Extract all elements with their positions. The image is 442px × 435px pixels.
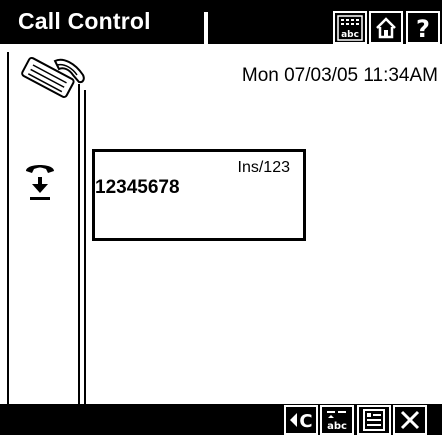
svg-text:?: ?	[416, 15, 430, 41]
dialed-number: 12345678	[95, 177, 180, 198]
close-button[interactable]	[393, 405, 427, 435]
phone-handset-icon	[15, 55, 90, 101]
close-icon	[398, 408, 422, 432]
input-mode-indicator: Ins/123	[237, 159, 290, 176]
svg-text:abc: abc	[327, 421, 347, 432]
handset-cord-line	[84, 90, 86, 404]
keyboard-abc-icon: abc	[337, 14, 363, 41]
status-strip-border	[7, 52, 9, 404]
help-button[interactable]: ?	[406, 11, 440, 44]
title-separator	[204, 12, 208, 44]
backspace-clear-icon: C	[287, 408, 315, 432]
keyboard-button[interactable]: abc	[333, 11, 367, 44]
softkey-bar: C abc	[0, 404, 442, 435]
home-button[interactable]	[369, 11, 403, 44]
svg-text:abc: abc	[341, 30, 359, 40]
text-mode-button[interactable]: abc	[320, 405, 354, 435]
hold-call-icon	[22, 157, 58, 203]
menu-button[interactable]	[357, 405, 391, 435]
home-icon	[374, 16, 398, 40]
text-mode-abc-icon: abc	[324, 408, 350, 432]
svg-text:C: C	[299, 411, 312, 432]
clear-button[interactable]: C	[284, 405, 318, 435]
handset-cord-line	[78, 84, 80, 404]
help-icon: ?	[412, 15, 434, 41]
number-entry-box[interactable]: Ins/123 12345678	[92, 149, 306, 241]
date-time-display: Mon 07/03/05 11:34AM	[241, 65, 438, 86]
menu-list-icon	[362, 408, 386, 432]
title-bar: Call Control abc ?	[0, 0, 442, 44]
page-title: Call Control	[18, 8, 151, 34]
